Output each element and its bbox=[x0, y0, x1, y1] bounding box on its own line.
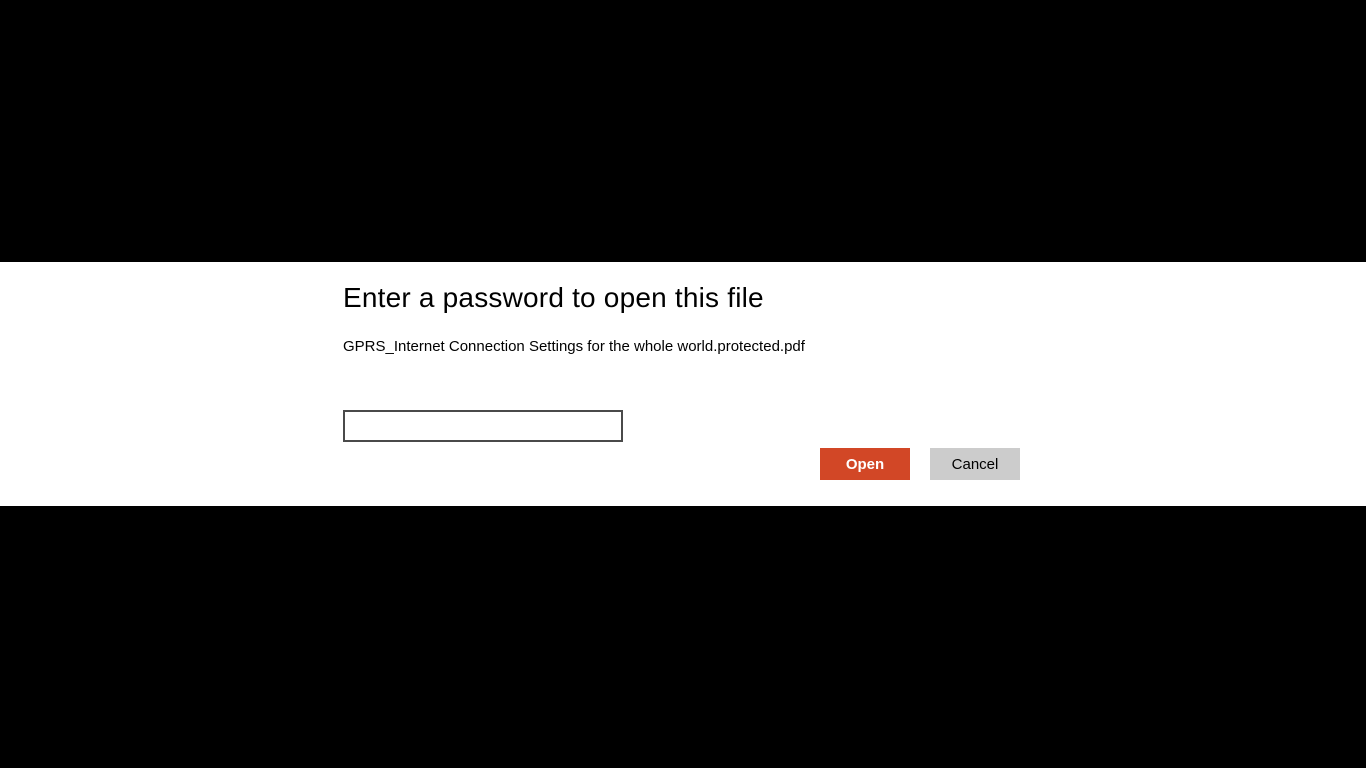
dialog-filename: GPRS_Internet Connection Settings for th… bbox=[343, 338, 1023, 355]
open-button[interactable]: Open bbox=[820, 448, 910, 480]
dialog-content: Enter a password to open this file GPRS_… bbox=[343, 280, 1023, 442]
password-dialog-panel: Enter a password to open this file GPRS_… bbox=[0, 262, 1366, 506]
password-input[interactable] bbox=[343, 410, 623, 442]
dialog-title: Enter a password to open this file bbox=[343, 280, 1023, 316]
cancel-button[interactable]: Cancel bbox=[930, 448, 1020, 480]
dialog-button-row: Open Cancel bbox=[820, 448, 1020, 480]
